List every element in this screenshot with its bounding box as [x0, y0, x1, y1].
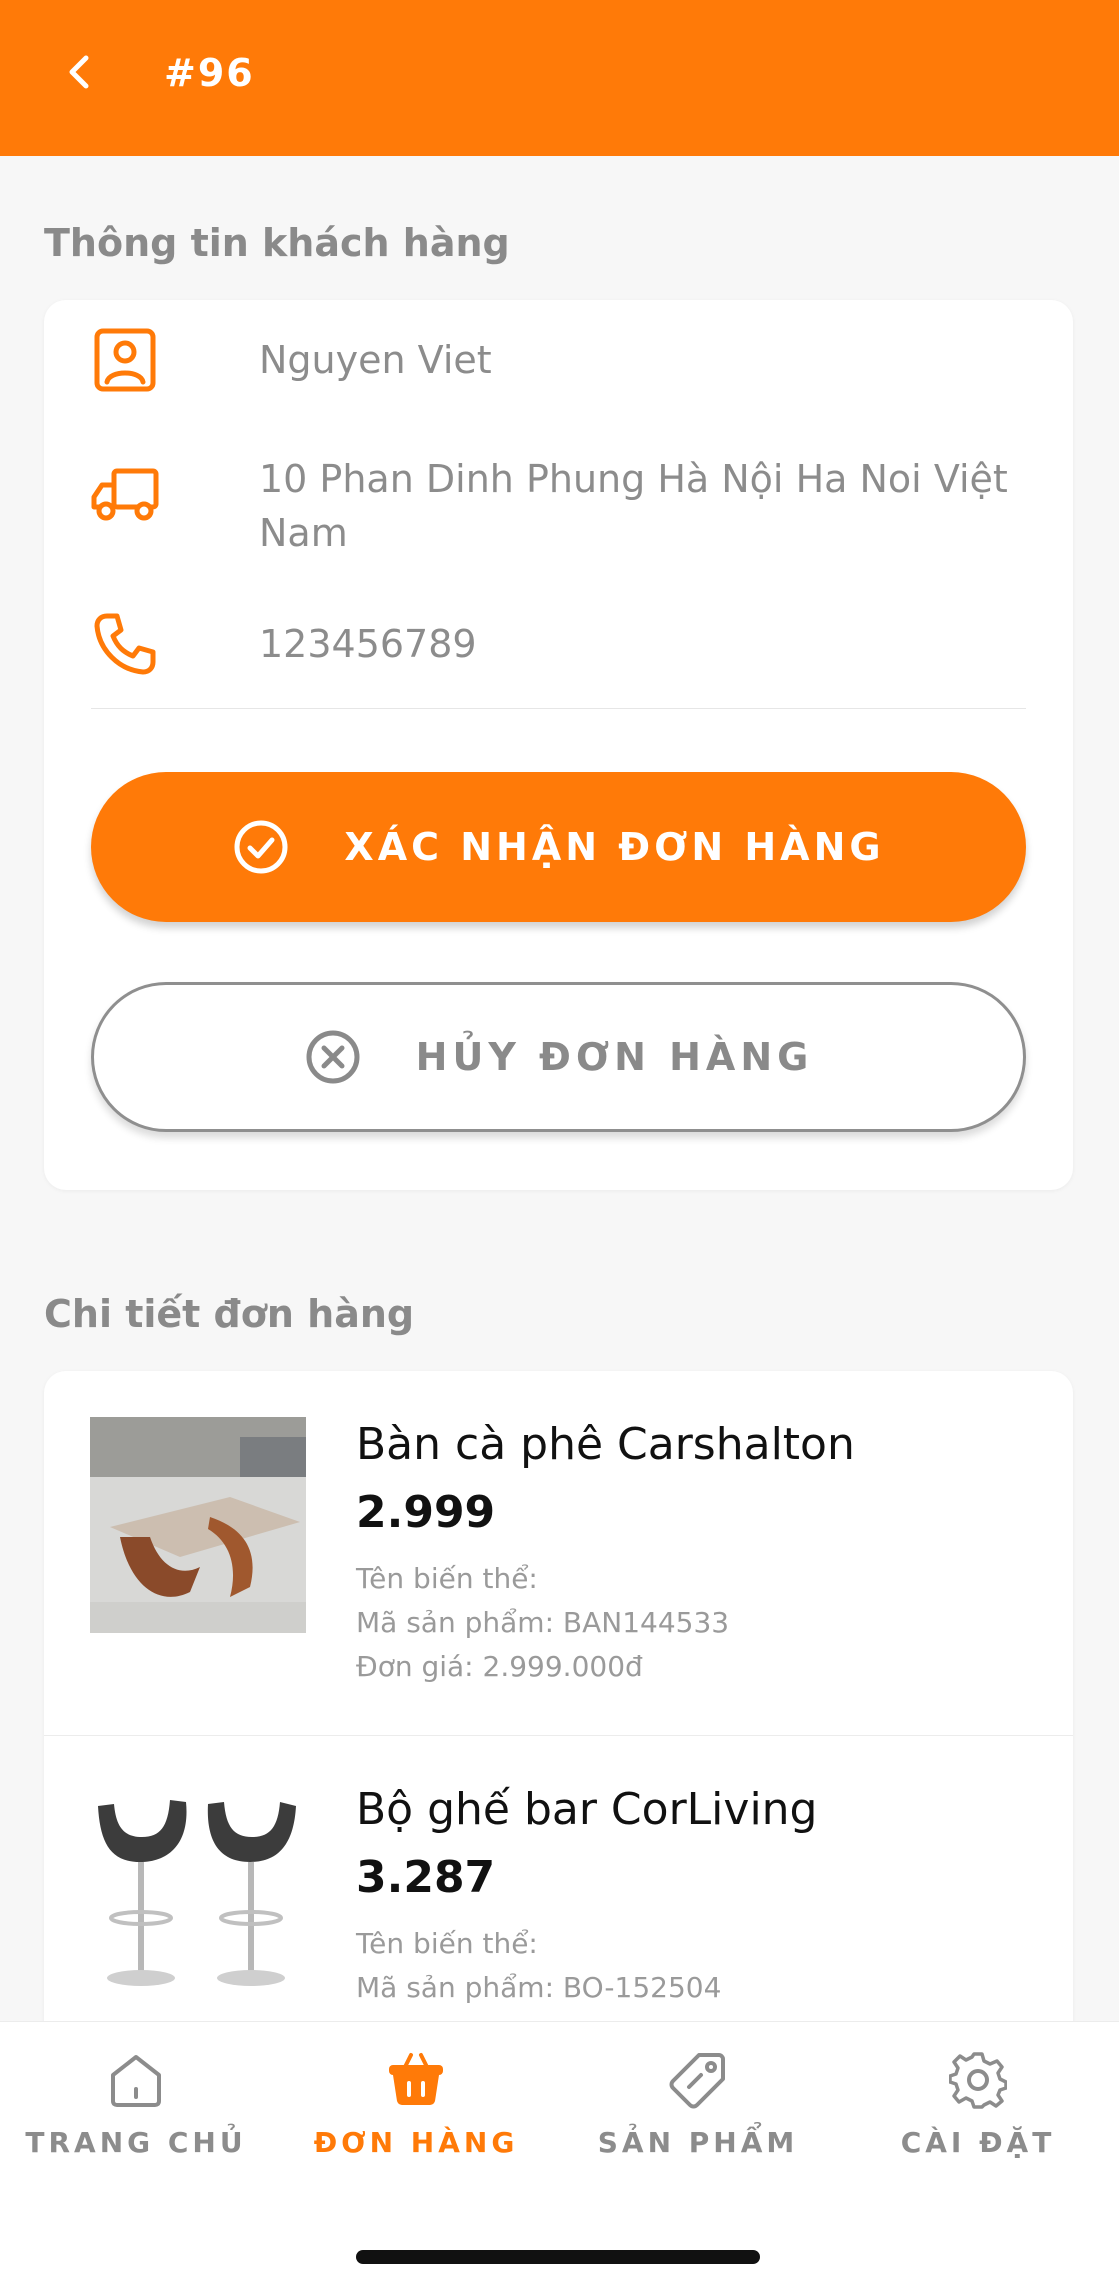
close-circle-icon	[306, 1030, 360, 1084]
nav-item-products[interactable]: SẢN PHẨM	[558, 2050, 838, 2170]
contact-icon	[90, 325, 160, 395]
home-icon	[0, 2050, 276, 2110]
phone-icon	[90, 609, 160, 679]
nav-label: CÀI ĐẶT	[900, 2126, 1056, 2159]
product-quantity: 2.999	[356, 1487, 496, 1538]
nav-label: SẢN PHẨM	[597, 2126, 799, 2159]
check-circle-icon	[234, 820, 288, 874]
customer-phone: 123456789	[259, 622, 477, 666]
product-quantity: 3.287	[356, 1852, 496, 1903]
nav-item-orders[interactable]: ĐƠN HÀNG	[276, 2050, 556, 2170]
tag-icon	[558, 2050, 838, 2110]
order-detail-card: Bàn cà phê Carshalton 2.999 Tên biến thể…	[44, 1371, 1073, 2111]
product-image	[90, 1782, 306, 1998]
nav-item-settings[interactable]: CÀI ĐẶT	[838, 2050, 1118, 2170]
nav-label: TRANG CHỦ	[25, 2126, 247, 2159]
home-indicator	[356, 2250, 760, 2264]
cancel-order-label: HỦY ĐƠN HÀNG	[415, 1035, 814, 1079]
customer-address-row: 10 Phan Dinh Phung Hà Nội Ha Noi Việt Na…	[44, 440, 1073, 555]
product-variant: Tên biến thể:	[356, 1927, 538, 1960]
order-detail-section-title: Chi tiết đơn hàng	[44, 1292, 415, 1336]
confirm-order-label: XÁC NHẬN ĐƠN HÀNG	[344, 825, 885, 869]
product-price: Đơn giá: 2.999.000đ	[356, 1650, 643, 1683]
customer-name: Nguyen Viet	[259, 338, 492, 382]
product-item[interactable]: Bàn cà phê Carshalton 2.999 Tên biến thể…	[44, 1371, 1073, 1736]
truck-icon	[90, 460, 160, 530]
cancel-order-button[interactable]: HỦY ĐƠN HÀNG	[91, 982, 1026, 1132]
divider	[91, 708, 1026, 709]
nav-item-home[interactable]: TRANG CHỦ	[0, 2050, 276, 2170]
customer-info-card: Nguyen Viet 10 Phan Dinh Phung Hà Nội Ha…	[44, 300, 1073, 1190]
basket-icon	[276, 2050, 556, 2110]
page-title: #96	[164, 51, 255, 95]
nav-label: ĐƠN HÀNG	[313, 2126, 519, 2159]
confirm-order-button[interactable]: XÁC NHẬN ĐƠN HÀNG	[91, 772, 1026, 922]
product-sku: Mã sản phẩm: BAN144533	[356, 1606, 730, 1639]
product-sku: Mã sản phẩm: BO-152504	[356, 1971, 722, 2004]
customer-section-title: Thông tin khách hàng	[44, 221, 510, 265]
product-name: Bàn cà phê Carshalton	[356, 1419, 855, 1470]
customer-phone-row: 123456789	[44, 605, 1073, 685]
customer-address: 10 Phan Dinh Phung Hà Nội Ha Noi Việt Na…	[259, 457, 1008, 555]
back-button[interactable]	[52, 44, 108, 100]
product-image	[90, 1417, 306, 1633]
gear-icon	[838, 2050, 1118, 2110]
customer-name-row: Nguyen Viet	[44, 320, 1073, 400]
chevron-left-icon	[69, 55, 89, 89]
product-variant: Tên biến thể:	[356, 1562, 538, 1595]
app-bar: #96	[0, 0, 1119, 156]
product-name: Bộ ghế bar CorLiving	[356, 1784, 818, 1835]
